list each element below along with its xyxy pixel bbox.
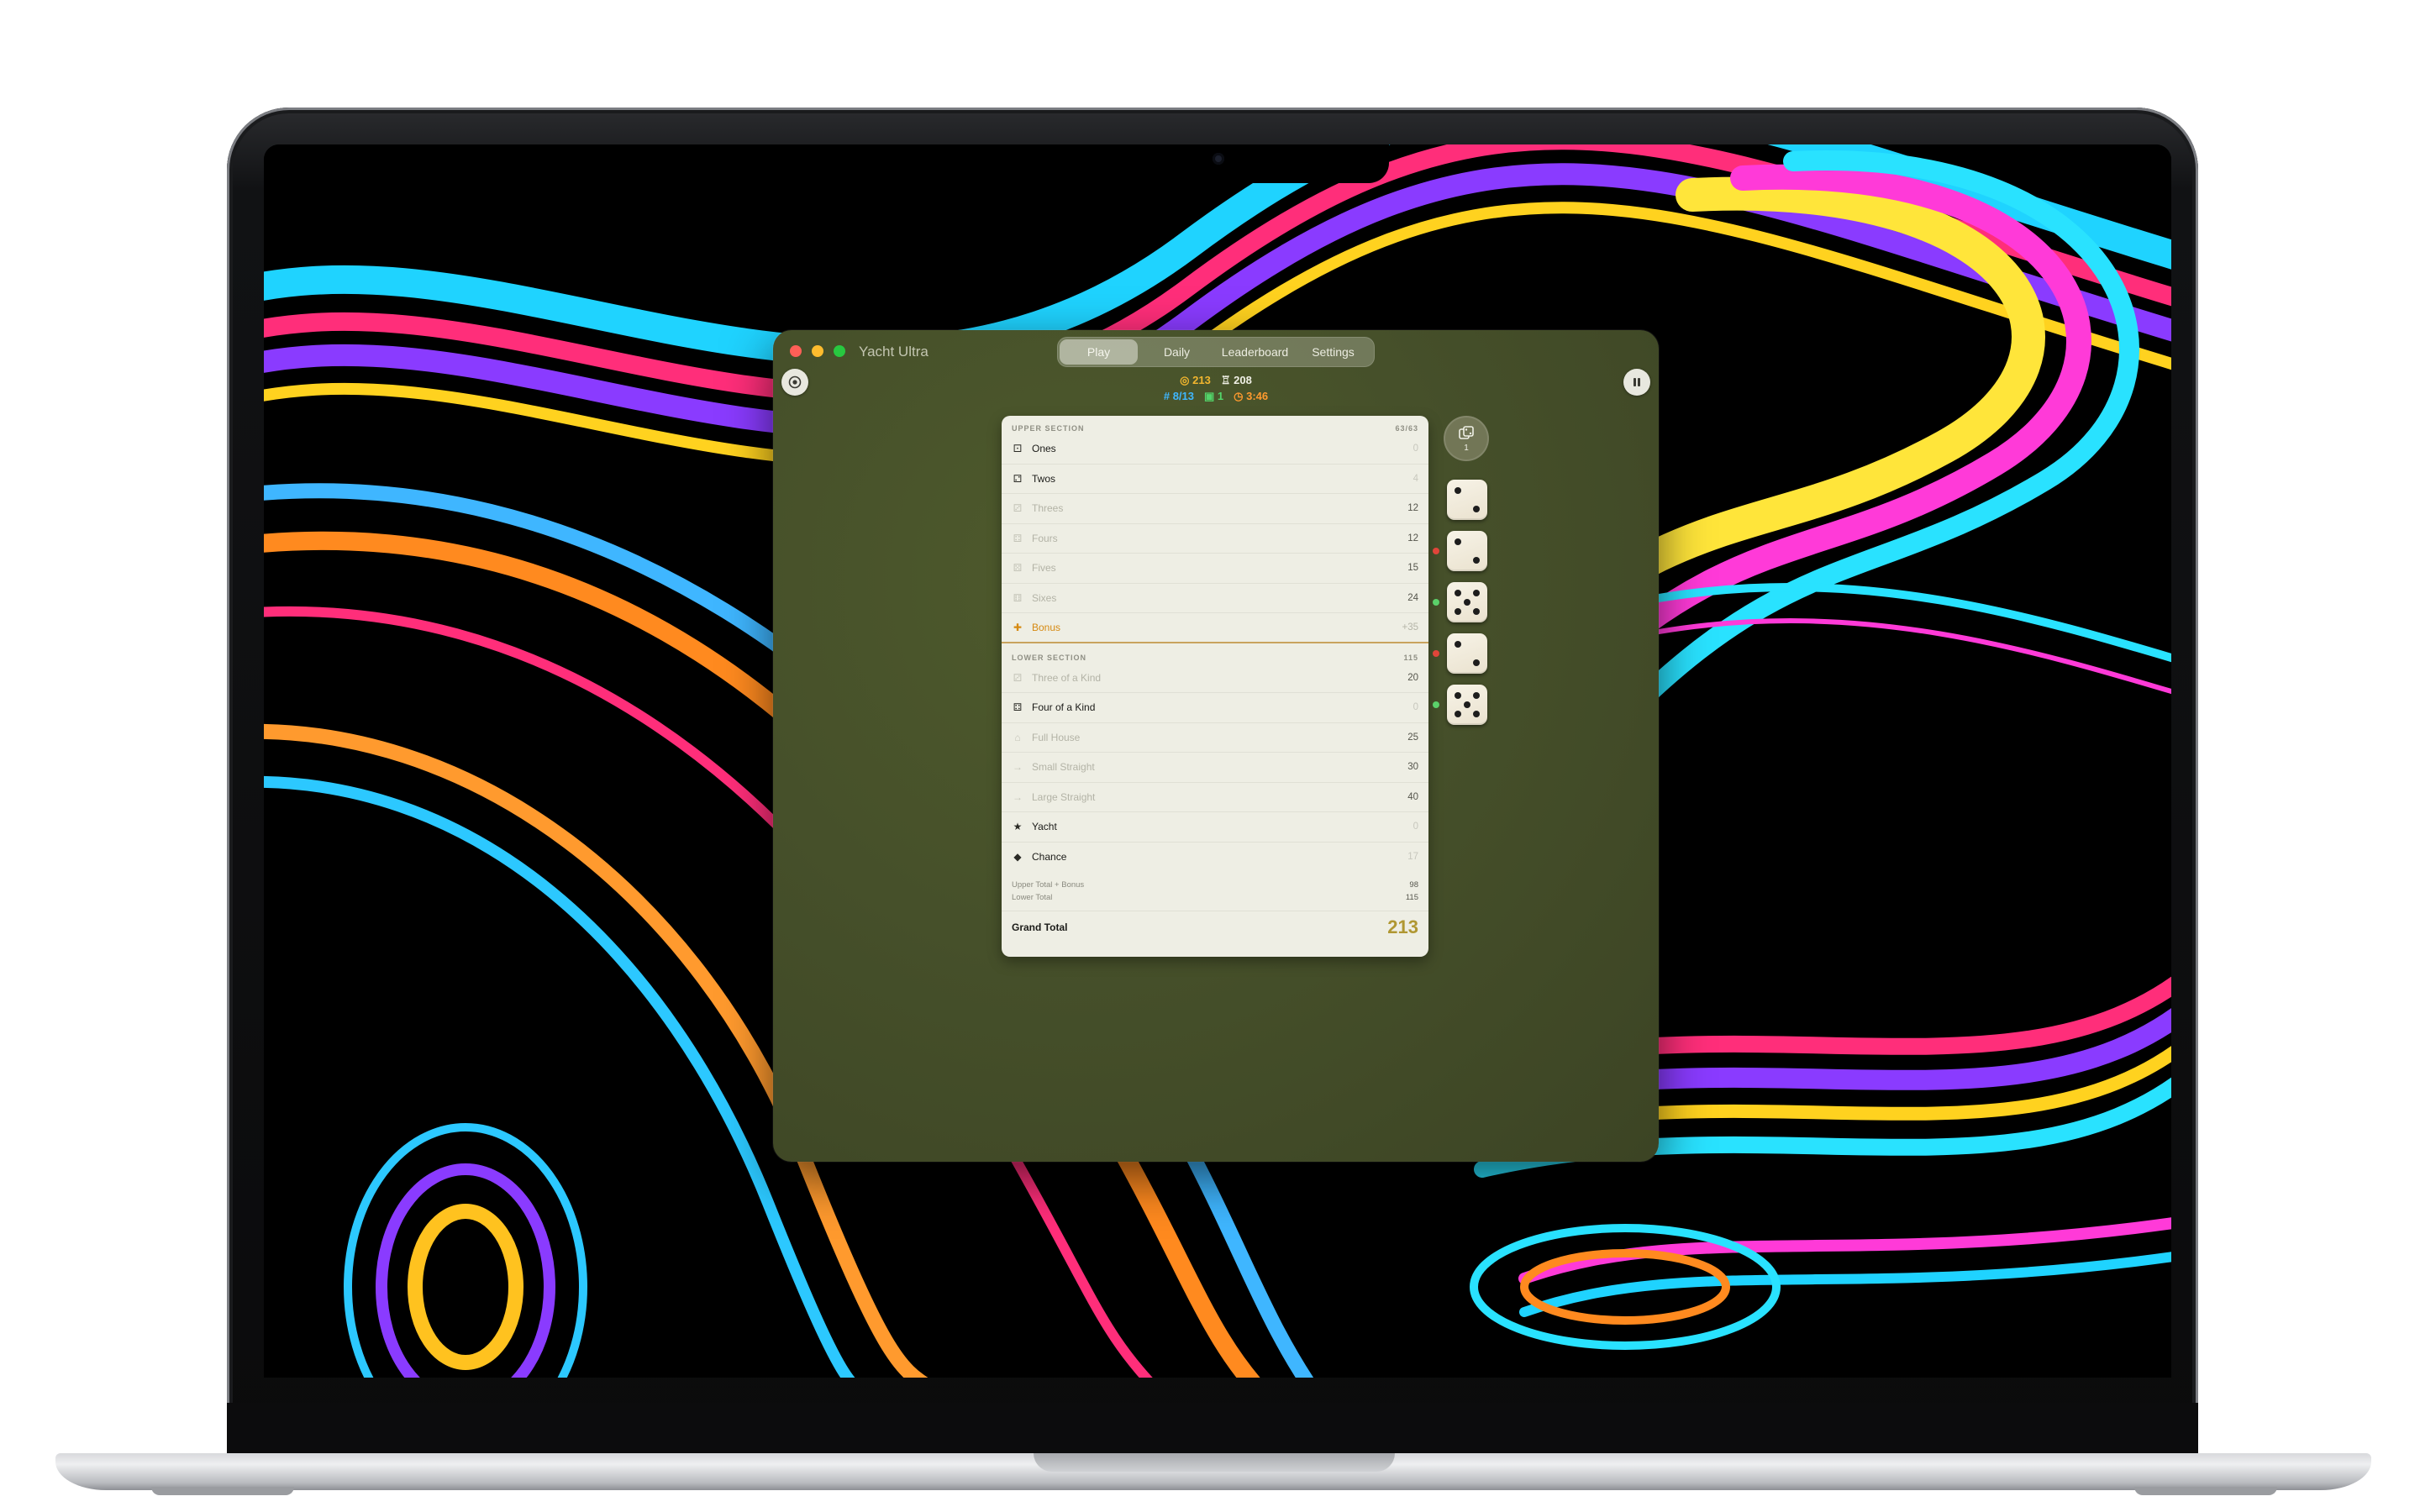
die-one-icon: ⚀ [1013,443,1023,455]
score-row-large-straight[interactable]: → Large Straight 40 [1002,783,1428,812]
die-pip [1472,505,1480,512]
score-row-fives[interactable]: ⚄ Fives 15 [1002,554,1428,584]
score-row-full-house[interactable]: ⌂ Full House 25 [1002,723,1428,753]
score-row-four-of-a-kind[interactable]: ⚃ Four of a Kind 0 [1002,693,1428,723]
die-six-icon: ⚅ [1013,591,1023,604]
four-of-a-kind-icon: ⚃ [1013,701,1023,714]
dice-stack-icon: ▣ [1204,390,1215,402]
score-row-twos[interactable]: ⚁ Twos 4 [1002,465,1428,494]
roll-dice-button[interactable]: 1 [1444,416,1489,461]
gift-icon: ✚ [1013,621,1023,633]
camera-icon [1213,153,1224,165]
game-stats: ◎ 213 ♖ 208 # 8/13 ▣ 1 ◷ 3:46 [773,372,1659,404]
upper-section-header: UPPER SECTION 63/63 [1012,424,1418,433]
lower-section-header: LOWER SECTION 115 [1012,653,1418,662]
star-icon: ★ [1013,821,1023,833]
die-4[interactable] [1447,633,1487,674]
die-pip [1472,659,1480,666]
tab-settings[interactable]: Settings [1294,339,1372,365]
laptop-foot-left [151,1487,294,1495]
die-5[interactable] [1447,685,1487,725]
die-pip [1464,599,1470,606]
timer-stat: ◷ 3:46 [1234,390,1269,402]
tab-leaderboard[interactable]: Leaderboard [1216,339,1294,365]
score-row-chance[interactable]: ◆ Chance 17 [1002,843,1428,873]
window-title: Yacht Ultra [859,344,929,360]
trophy-icon: ♖ [1220,374,1231,386]
die-3[interactable] [1447,582,1487,622]
laptop-foot-right [2134,1487,2277,1495]
die-pip [1455,607,1462,615]
die-pip [1472,556,1480,564]
die-hold-marker [1433,701,1439,708]
score-row-threes[interactable]: ⚂ Threes 12 [1002,494,1428,524]
die-pip [1455,692,1462,700]
score-stat: ◎ 213 [1180,374,1211,386]
lid-opening-notch [1034,1453,1395,1472]
clock-icon: ◷ [1234,390,1244,402]
arrow-right-icon: → [1013,761,1023,774]
die-1[interactable] [1447,480,1487,520]
tab-play[interactable]: Play [1060,339,1138,365]
upper-total-row: Upper Total + Bonus 98 [1012,880,1418,890]
die-pip [1455,538,1462,546]
house-icon: ⌂ [1014,731,1021,743]
score-row-ones[interactable]: ⚀ Ones 0 [1002,434,1428,465]
app-window: Yacht Ultra Play Daily Leaderboard Setti… [773,330,1659,1162]
tab-daily[interactable]: Daily [1138,339,1216,365]
score-row-fours[interactable]: ⚃ Fours 12 [1002,524,1428,554]
die-pip [1464,701,1470,708]
score-row-three-of-a-kind[interactable]: ⚂ Three of a Kind 20 [1002,664,1428,693]
lower-total-row: Lower Total 115 [1012,893,1418,902]
die-hold-marker [1433,548,1439,554]
die-three-icon: ⚂ [1013,502,1023,515]
die-pip [1455,487,1462,495]
window-controls [790,345,845,357]
score-row-yacht[interactable]: ★ Yacht 0 [1002,812,1428,843]
camera-notch [1116,144,1389,183]
turn-stat: # 8/13 [1163,390,1194,402]
zoom-window-button[interactable] [834,345,845,357]
arrow-right-icon: → [1013,790,1023,803]
three-of-a-kind-icon: ⚂ [1013,671,1023,684]
die-pip [1472,692,1480,700]
close-window-button[interactable] [790,345,802,357]
die-hold-marker [1433,599,1439,606]
die-pip [1455,710,1462,717]
yacht-count-stat: ▣ 1 [1204,390,1224,402]
subtotals: Upper Total + Bonus 98 Lower Total 115 [1002,872,1428,904]
score-row-sixes[interactable]: ⚅ Sixes 24 [1002,584,1428,613]
die-two-icon: ⚁ [1013,472,1023,485]
coin-icon: ◎ [1180,374,1190,386]
question-diamond-icon: ◆ [1013,851,1022,864]
dice-roll-icon [1459,425,1474,439]
laptop-chin [227,1403,2198,1453]
rolls-left-count: 1 [1464,443,1469,453]
grand-total-row: Grand Total 213 [1002,911,1428,938]
die-five-icon: ⚄ [1013,562,1023,575]
hash-icon: # [1163,390,1171,402]
best-score-stat: ♖ 208 [1220,374,1252,386]
die-pip [1472,607,1480,615]
die-hold-marker [1433,650,1439,657]
score-row-small-straight[interactable]: → Small Straight 30 [1002,753,1428,783]
mode-tabs: Play Daily Leaderboard Settings [1057,337,1375,367]
minimize-window-button[interactable] [812,345,823,357]
die-four-icon: ⚃ [1013,532,1023,544]
score-card: UPPER SECTION 63/63 ⚀ Ones 0 ⚁ Twos 4 ⚂ … [1002,416,1428,957]
score-row-bonus: ✚ Bonus +35 [1002,613,1428,643]
die-pip [1455,641,1462,648]
die-pip [1472,710,1480,717]
die-pip [1455,590,1462,597]
die-pip [1472,590,1480,597]
die-2[interactable] [1447,531,1487,571]
desktop-screen: Yacht Ultra Play Daily Leaderboard Setti… [264,144,2171,1378]
